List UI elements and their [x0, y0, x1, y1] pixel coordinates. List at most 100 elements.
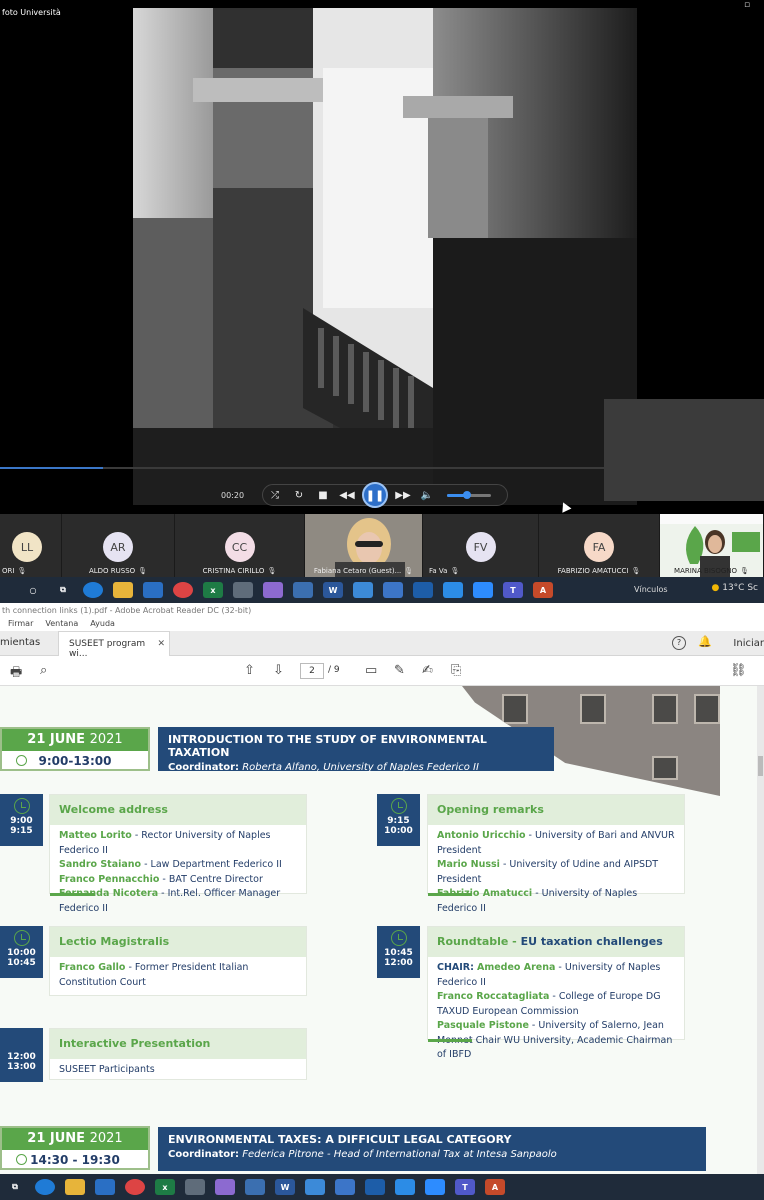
- sign-in-button[interactable]: Iniciar: [733, 638, 764, 649]
- print-icon[interactable]: 🖶: [10, 663, 22, 685]
- taskbar-links-label[interactable]: Vínculos: [634, 585, 668, 594]
- page-down-icon[interactable]: ⇩: [273, 663, 284, 678]
- bell-icon[interactable]: 🔔: [698, 635, 712, 648]
- time-box: 9:15 10:00: [377, 794, 420, 846]
- window-title: th connection links (1).pdf - Adobe Acro…: [0, 603, 764, 617]
- mic-muted-icon: 🎙: [631, 567, 641, 575]
- teams-icon[interactable]: T: [455, 1179, 475, 1195]
- page-up-icon[interactable]: ⇧: [244, 663, 255, 678]
- participant-tile[interactable]: CC CRISTINA CIRILLO 🎙: [175, 514, 305, 577]
- search-icon[interactable]: ○: [23, 582, 43, 598]
- task-view-icon[interactable]: ⧉: [5, 1179, 25, 1195]
- weather-widget[interactable]: ● 13°C Sc: [712, 583, 759, 593]
- agenda-card-welcome: Welcome address Matteo Lorito - Rector U…: [49, 794, 307, 914]
- mail-icon[interactable]: [353, 582, 373, 598]
- clock-icon: [13, 930, 30, 946]
- acrobat-icon[interactable]: A: [533, 582, 553, 598]
- zoom-icon[interactable]: [425, 1179, 445, 1195]
- outlook-icon[interactable]: [143, 582, 163, 598]
- page-number-input[interactable]: 2: [300, 663, 324, 679]
- paint-icon[interactable]: [263, 582, 283, 598]
- agenda-card-lectio: Lectio Magistralis Franco Gallo - Former…: [49, 926, 307, 996]
- volume-slider[interactable]: [447, 490, 491, 499]
- day-time: 9:00-13:00: [2, 751, 148, 771]
- mail-icon[interactable]: [305, 1179, 325, 1195]
- comment-icon[interactable]: ▭: [365, 663, 377, 678]
- file-explorer-icon[interactable]: [65, 1179, 85, 1195]
- chrome-icon[interactable]: [173, 582, 193, 598]
- participant-tile[interactable]: AR ALDO RUSSO 🎙: [62, 514, 175, 577]
- app-icon[interactable]: [413, 582, 433, 598]
- tab-bar: mientas SUSEET program wi... ✕ ? 🔔 Inici…: [0, 631, 764, 659]
- clock-icon: [16, 1154, 27, 1165]
- mic-muted-icon: 🎙: [267, 567, 277, 575]
- tab-document[interactable]: SUSEET program wi... ✕: [58, 631, 170, 659]
- day-badge: 21 JUNE 2021 14:30 - 19:30: [0, 1126, 150, 1170]
- calculator-icon[interactable]: [233, 582, 253, 598]
- menu-item-ayuda[interactable]: Ayuda: [90, 619, 115, 629]
- word-icon[interactable]: W: [323, 582, 343, 598]
- session-header: INTRODUCTION TO THE STUDY OF ENVIRONMENT…: [158, 727, 554, 773]
- app-icon[interactable]: [293, 582, 313, 598]
- participant-tile[interactable]: FV Fa Va 🎙: [423, 514, 539, 577]
- zoom-icon[interactable]: [473, 582, 493, 598]
- volume-icon[interactable]: 🔈: [415, 490, 439, 501]
- menu-item-ventana[interactable]: Ventana: [45, 619, 78, 629]
- teams-icon[interactable]: T: [503, 582, 523, 598]
- participant-video-tile[interactable]: MARINA BISOGNO 🎙: [660, 514, 764, 577]
- chrome-icon[interactable]: [125, 1179, 145, 1195]
- excel-icon[interactable]: x: [155, 1179, 175, 1195]
- pause-button[interactable]: ❚❚: [362, 482, 388, 508]
- outlook-icon[interactable]: [95, 1179, 115, 1195]
- window-control-icon[interactable]: ▫: [744, 0, 750, 10]
- app-icon[interactable]: [365, 1179, 385, 1195]
- app-icon[interactable]: [335, 1179, 355, 1195]
- word-icon[interactable]: W: [275, 1179, 295, 1195]
- excel-icon[interactable]: x: [203, 582, 223, 598]
- stop-icon[interactable]: ■: [311, 490, 335, 501]
- help-icon[interactable]: ?: [672, 636, 686, 650]
- paint-icon[interactable]: [215, 1179, 235, 1195]
- agenda-card-roundtable: Roundtable - EU taxation challenges CHAI…: [427, 926, 685, 1060]
- session-coordinator: Coordinator: Federica Pitrone - Head of …: [168, 1149, 557, 1160]
- volume-slider-knob[interactable]: [462, 490, 471, 499]
- participant-video-tile[interactable]: Fabiana Cetaro (Guest)... 🎙: [305, 514, 423, 577]
- zoom-search-icon[interactable]: ⌕: [40, 663, 47, 678]
- vertical-scrollbar[interactable]: [757, 686, 764, 1174]
- participant-tile[interactable]: FA FABRIZIO AMATUCCI 🎙: [539, 514, 660, 577]
- clock-icon: [390, 798, 407, 814]
- scrollbar-thumb[interactable]: [758, 756, 763, 776]
- highlight-pen-icon[interactable]: ✎: [394, 663, 405, 678]
- menu-item-firmar[interactable]: Firmar: [8, 619, 33, 629]
- mic-muted-icon: 🎙: [404, 567, 414, 575]
- acrobat-icon[interactable]: A: [485, 1179, 505, 1195]
- file-explorer-icon[interactable]: [113, 582, 133, 598]
- card-body: CHAIR: Amedeo Arena - University of Napl…: [437, 962, 673, 1060]
- sign-pen-icon[interactable]: ✍: [422, 663, 433, 678]
- close-icon[interactable]: ✕: [157, 639, 165, 649]
- task-view-icon[interactable]: ⧉: [53, 582, 73, 598]
- mic-muted-icon: 🎙: [17, 567, 27, 575]
- building-window: [652, 756, 678, 780]
- edge-browser-icon[interactable]: [83, 582, 103, 598]
- repeat-icon[interactable]: ↻: [287, 490, 311, 501]
- rewind-icon[interactable]: ◀◀: [335, 490, 359, 501]
- stamp-icon[interactable]: ⎘: [451, 663, 461, 678]
- app-icon[interactable]: [245, 1179, 265, 1195]
- onedrive-icon[interactable]: [395, 1179, 415, 1195]
- card-underline: [428, 1039, 472, 1042]
- fast-forward-icon[interactable]: ▶▶: [391, 490, 415, 501]
- avatar: LL: [12, 532, 42, 562]
- edge-browser-icon[interactable]: [35, 1179, 55, 1195]
- video-progress-track[interactable]: [0, 467, 604, 469]
- shuffle-icon[interactable]: ⤮: [263, 490, 287, 501]
- building-window: [652, 694, 678, 724]
- tab-tools[interactable]: mientas: [0, 637, 40, 648]
- participants-strip: LL ORI 🎙 AR ALDO RUSSO 🎙 CC CRISTINA CIRIL…: [0, 514, 764, 577]
- calculator-icon[interactable]: [185, 1179, 205, 1195]
- onedrive-icon[interactable]: [443, 582, 463, 598]
- share-link-icon[interactable]: ⛓: [730, 663, 747, 678]
- participant-name: MARINA BISOGNO 🎙: [674, 567, 749, 575]
- app-icon[interactable]: [383, 582, 403, 598]
- participant-tile[interactable]: LL ORI 🎙: [0, 514, 62, 577]
